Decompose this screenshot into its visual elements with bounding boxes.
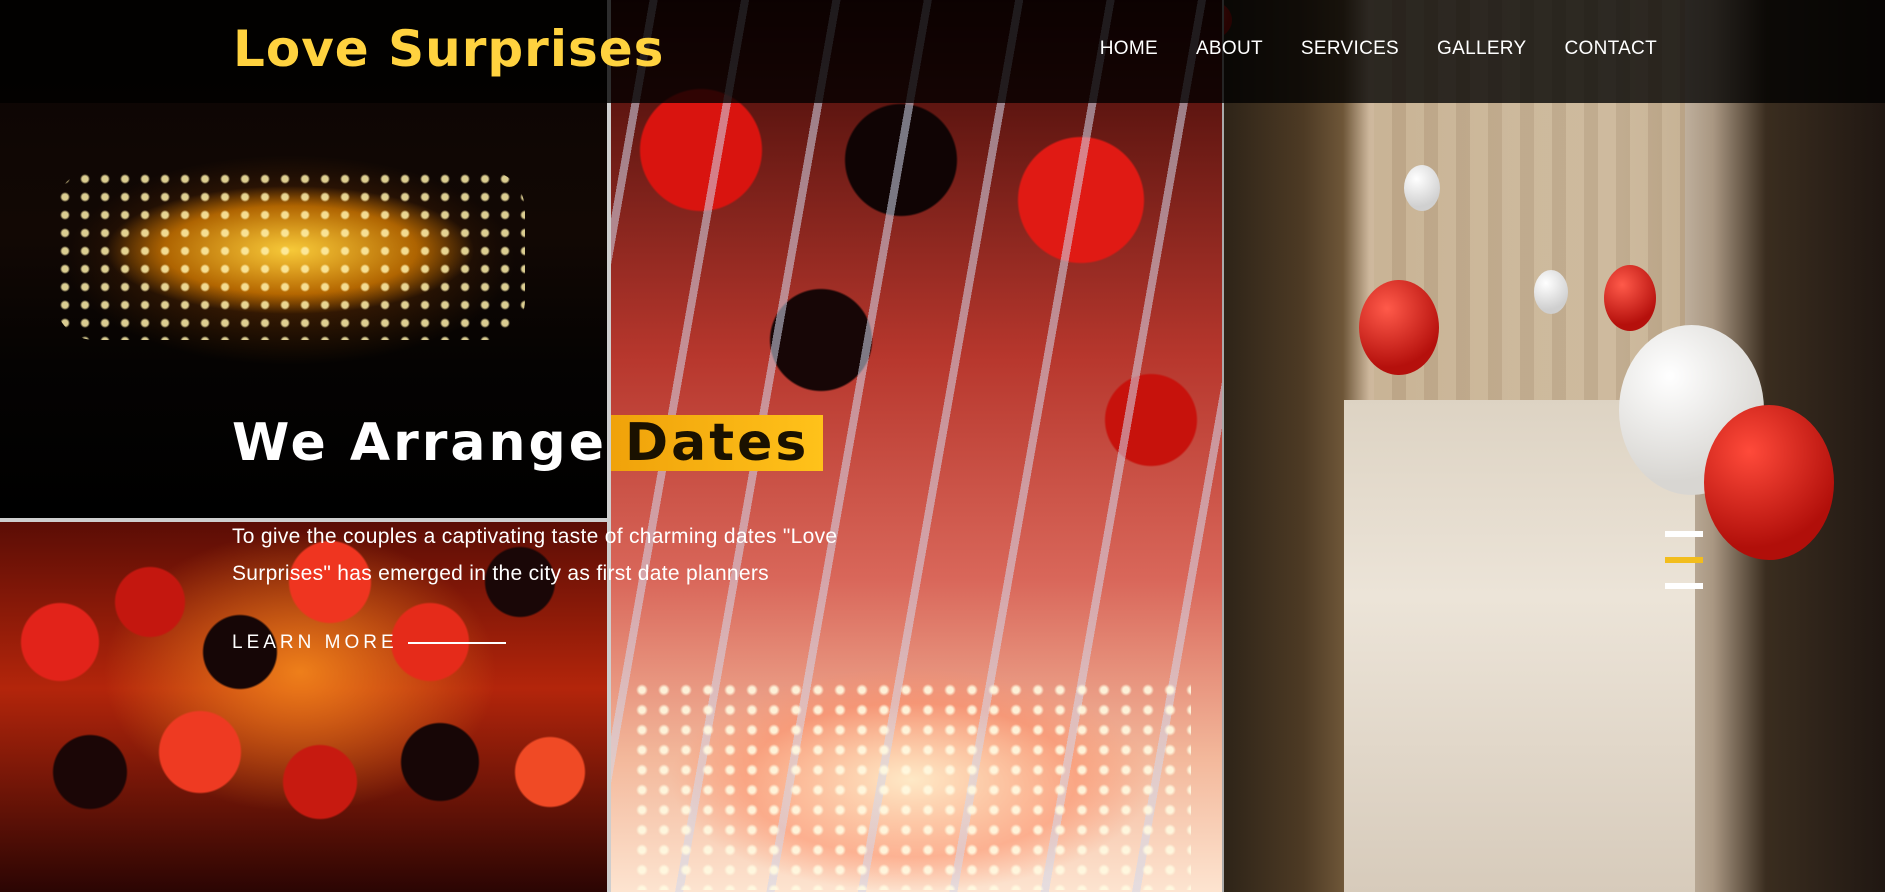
headline-highlight: Dates — [611, 415, 824, 471]
hero-headline: We Arrange Dates — [232, 412, 824, 474]
nav-link-contact[interactable]: CONTACT — [1564, 38, 1657, 60]
hotel-room-balloons-photo — [1224, 0, 1885, 892]
nav-link-about[interactable]: ABOUT — [1196, 38, 1263, 60]
slide-indicator-2[interactable] — [1665, 557, 1703, 563]
collage-divider — [1222, 0, 1224, 892]
hero-section: Love Surprises HOME ABOUT SERVICES GALLE… — [0, 0, 1885, 892]
main-nav: HOME ABOUT SERVICES GALLERY CONTACT — [1100, 38, 1657, 60]
slide-indicator-1[interactable] — [1665, 531, 1703, 537]
slider-indicator — [1665, 531, 1703, 609]
learn-more-line — [407, 642, 506, 644]
nav-link-gallery[interactable]: GALLERY — [1437, 38, 1526, 60]
brand-logo[interactable]: Love Surprises — [233, 18, 664, 80]
nav-link-home[interactable]: HOME — [1100, 38, 1158, 60]
slide-indicator-3[interactable] — [1665, 583, 1703, 589]
navbar: Love Surprises HOME ABOUT SERVICES GALLE… — [0, 0, 1885, 103]
hero-description: To give the couples a captivating taste … — [232, 525, 838, 585]
nav-link-services[interactable]: SERVICES — [1301, 38, 1399, 60]
headline-text: We Arrange — [232, 413, 608, 473]
learn-more-label: LEARN MORE — [232, 632, 398, 653]
learn-more-link[interactable]: LEARN MORE — [232, 632, 506, 654]
